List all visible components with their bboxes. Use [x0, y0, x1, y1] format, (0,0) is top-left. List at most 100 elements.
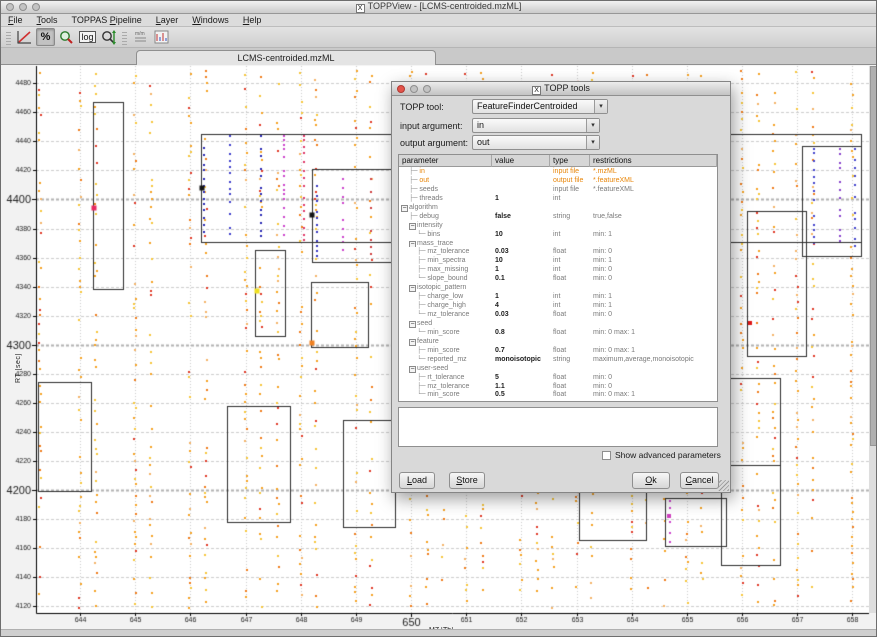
svg-text:m/m: m/m [135, 31, 145, 37]
menu-file[interactable]: File [1, 14, 30, 27]
tree-branch-icon: └─ [417, 274, 425, 282]
param-row-intensity[interactable]: −intensity [399, 221, 717, 230]
tree-branch-icon: ├─ [409, 167, 417, 175]
column-header-value[interactable]: value [492, 155, 550, 167]
param-row-rt_tolerance[interactable]: ├─ rt_tolerance5floatmin: 0 [399, 373, 717, 382]
tree-branch-icon: └─ [417, 355, 425, 363]
percentage-mode-icon[interactable]: % [36, 28, 55, 46]
param-row-in[interactable]: ├─ ininput file*.mzML [399, 167, 717, 176]
show-advanced-label: Show advanced parameters [615, 450, 721, 460]
param-row-debug[interactable]: ├─ debugfalsestringtrue,false [399, 212, 717, 221]
menu-layer[interactable]: Layer [149, 14, 186, 27]
zoom-range-icon[interactable] [99, 28, 118, 46]
param-row-mass_trace[interactable]: −mass_trace [399, 239, 717, 248]
toolbar: % log m/m [1, 27, 876, 48]
output-argument-combobox[interactable]: out▾ [472, 135, 600, 150]
log-intensity-icon[interactable]: log [78, 28, 97, 46]
tree-branch-icon: ├─ [409, 212, 417, 220]
collapse-icon[interactable]: − [401, 205, 408, 212]
column-header-parameter[interactable]: parameter [399, 155, 492, 167]
tree-branch-icon: ├─ [409, 185, 417, 193]
param-row-slope_bound[interactable]: └─ slope_bound0.1floatmin: 0 [399, 274, 717, 283]
collapse-icon[interactable]: − [409, 223, 416, 230]
y-axis-label: RT [sec] [15, 353, 22, 383]
main-titlebar[interactable]: XTOPPView - [LCMS-centroided.mzML] [1, 1, 876, 14]
menu-windows[interactable]: Windows [185, 14, 236, 27]
param-row-algorithm[interactable]: −algorithm [399, 203, 717, 212]
param-row-min_score[interactable]: └─ min_score0.5floatmin: 0 max: 1 [399, 390, 717, 399]
param-row-charge_high[interactable]: ├─ charge_high4intmin: 1 [399, 301, 717, 310]
param-row-user-seed[interactable]: −user-seed [399, 364, 717, 373]
collapse-icon[interactable]: − [409, 339, 416, 346]
input-argument-label: input argument: [400, 121, 463, 131]
parameter-table-body: ├─ ininput file*.mzML├─ outoutput file*.… [399, 167, 717, 399]
app-icon: X [356, 4, 365, 13]
param-row-mz_tolerance[interactable]: ├─ mz_tolerance0.03floatmin: 0 [399, 247, 717, 256]
tab-bar: LCMS-centroided.mzML [1, 48, 876, 65]
param-row-feature[interactable]: −feature [399, 337, 717, 346]
topp-tool-label: TOPP tool: [400, 102, 444, 112]
1d-plot-icon[interactable] [15, 28, 34, 46]
tree-branch-icon: └─ [417, 230, 425, 238]
menu-toppas-pipeline[interactable]: TOPPAS Pipeline [65, 14, 149, 27]
show-advanced-checkbox[interactable] [602, 451, 611, 460]
param-row-bins[interactable]: └─ bins10intmin: 1 [399, 230, 717, 239]
projection-chart-icon[interactable] [152, 28, 171, 46]
param-row-mz_tolerance[interactable]: └─ mz_tolerance0.03floatmin: 0 [399, 310, 717, 319]
collapse-icon[interactable]: − [409, 321, 416, 328]
show-advanced-row: Show advanced parameters [602, 450, 721, 460]
dialog-titlebar[interactable]: XTOPP tools [392, 82, 730, 96]
tree-branch-icon: ├─ [417, 373, 425, 381]
param-row-out[interactable]: ├─ outoutput file*.featureXML [399, 176, 717, 185]
param-row-max_missing[interactable]: ├─ max_missing1intmin: 0 [399, 265, 717, 274]
param-row-seeds[interactable]: ├─ seedsinput file*.featureXML [399, 185, 717, 194]
param-row-mz_tolerance[interactable]: ├─ mz_tolerance1.1floatmin: 0 [399, 382, 717, 391]
chevron-down-icon[interactable]: ▾ [594, 100, 607, 113]
tree-branch-icon: ├─ [417, 292, 425, 300]
menu-help[interactable]: Help [236, 14, 269, 27]
scrollbar-thumb[interactable] [870, 66, 877, 446]
menu-tools[interactable]: Tools [30, 14, 65, 27]
input-argument-combobox[interactable]: in▾ [472, 118, 600, 133]
load-button[interactable]: Load [399, 472, 435, 489]
message-output-box[interactable] [398, 407, 718, 447]
param-row-threads[interactable]: ├─ threads1int [399, 194, 717, 203]
store-button[interactable]: Store [449, 472, 485, 489]
param-row-min_score[interactable]: ├─ min_score0.7floatmin: 0 max: 1 [399, 346, 717, 355]
tree-branch-icon: └─ [417, 328, 425, 336]
toolbar-grip[interactable] [6, 30, 11, 45]
column-header-restrictions[interactable]: restrictions [590, 155, 717, 167]
menu-bar: FileToolsTOPPAS PipelineLayerWindowsHelp [1, 14, 876, 27]
parameter-table[interactable]: parametervaluetyperestrictions ├─ ininpu… [398, 154, 718, 402]
topp-tool-combobox[interactable]: FeatureFinderCentroided▾ [472, 99, 608, 114]
param-row-seed[interactable]: −seed [399, 319, 717, 328]
tree-branch-icon: ├─ [417, 256, 425, 264]
cancel-button[interactable]: Cancel [680, 472, 719, 489]
ok-button[interactable]: Ok [632, 472, 670, 489]
param-row-min_spectra[interactable]: ├─ min_spectra10intmin: 1 [399, 256, 717, 265]
output-argument-label: output argument: [400, 138, 468, 148]
param-row-charge_low[interactable]: ├─ charge_low1intmin: 1 [399, 292, 717, 301]
zoom-magnifier-icon[interactable] [57, 28, 76, 46]
tab-lcms-centroided[interactable]: LCMS-centroided.mzML [136, 50, 436, 65]
column-header-type[interactable]: type [550, 155, 590, 167]
param-row-isotopic_pattern[interactable]: −isotopic_pattern [399, 283, 717, 292]
chevron-down-icon[interactable]: ▾ [586, 119, 599, 132]
param-row-reported_mz[interactable]: └─ reported_mzmonoisotopicstringmaximum,… [399, 355, 717, 364]
tree-branch-icon: ├─ [409, 176, 417, 184]
mz-spectra-icon[interactable]: m/m [131, 28, 150, 46]
collapse-icon[interactable]: − [409, 366, 416, 373]
vertical-scrollbar[interactable] [869, 66, 877, 613]
chevron-down-icon[interactable]: ▾ [586, 136, 599, 149]
toolbar-grip-2[interactable] [122, 30, 127, 45]
resize-grip-icon[interactable] [718, 480, 729, 491]
collapse-icon[interactable]: − [409, 285, 416, 292]
tree-branch-icon: ├─ [417, 265, 425, 273]
dialog-icon: X [532, 86, 541, 95]
input-argument-row: input argument: in▾ [400, 121, 463, 131]
collapse-icon[interactable]: − [409, 241, 416, 248]
tree-branch-icon: ├─ [417, 247, 425, 255]
tree-branch-icon: └─ [417, 310, 425, 318]
toppview-window: XTOPPView - [LCMS-centroided.mzML] FileT… [0, 0, 877, 637]
param-row-min_score[interactable]: └─ min_score0.8floatmin: 0 max: 1 [399, 328, 717, 337]
